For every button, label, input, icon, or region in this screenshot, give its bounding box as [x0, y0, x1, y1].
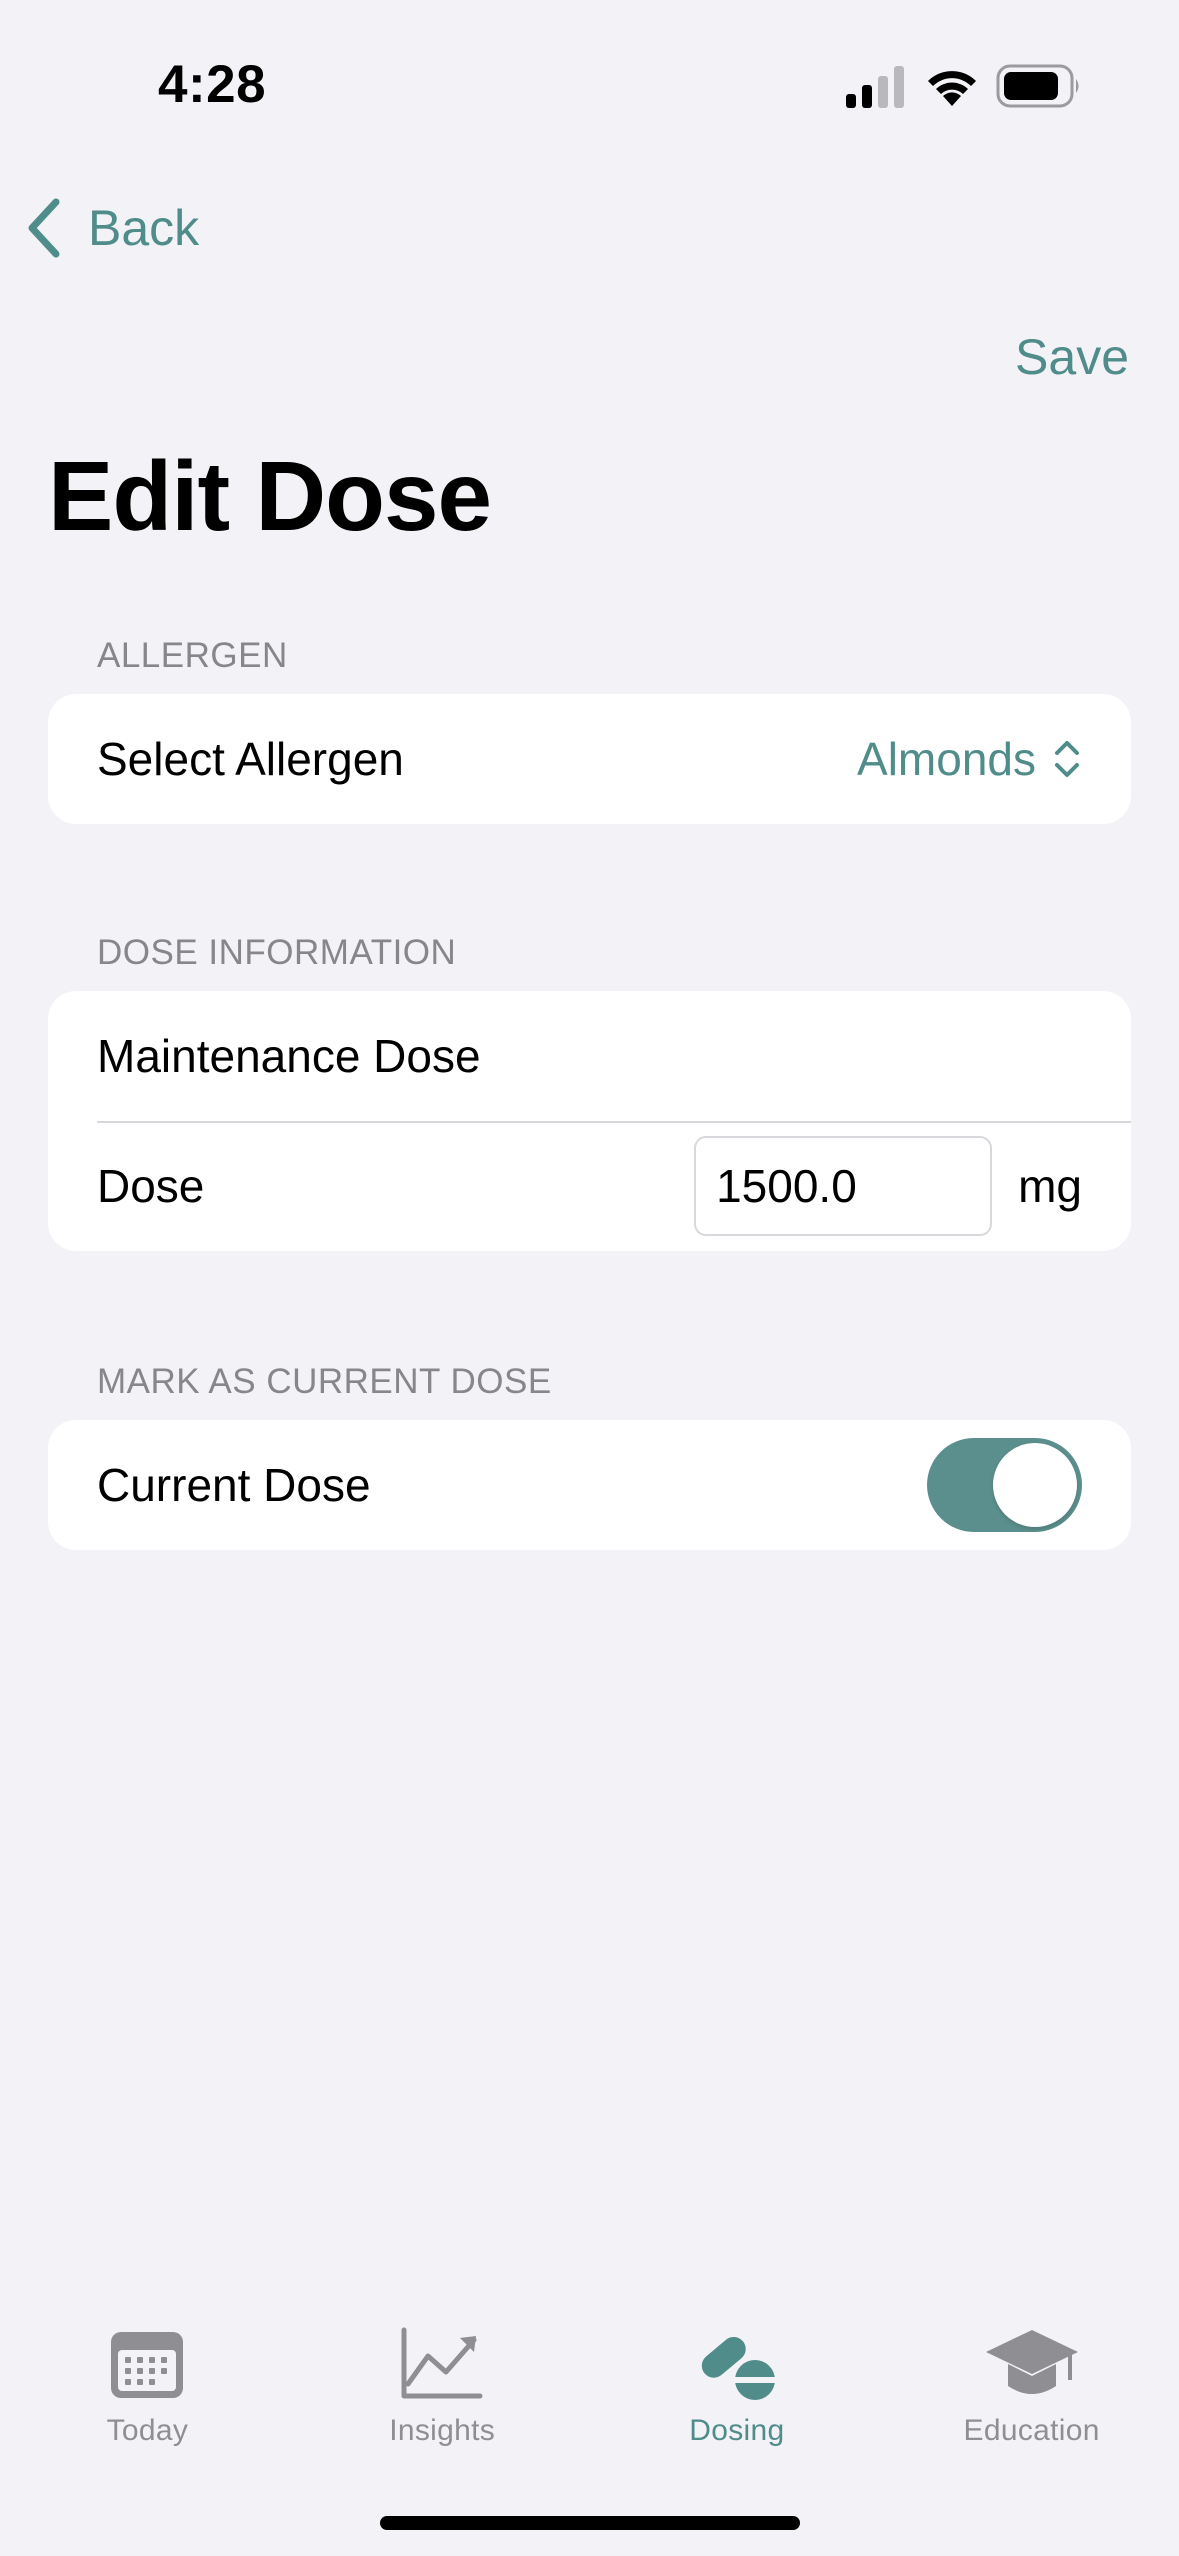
tab-dosing[interactable]: Dosing: [590, 2300, 885, 2460]
tab-label: Dosing: [689, 2414, 785, 2447]
dose-information-card: Maintenance Dose Dose mg: [48, 991, 1131, 1251]
tab-bar: Today Insights Dosing Education: [0, 2300, 1179, 2460]
status-bar: 4:28: [0, 0, 1179, 170]
toggle-knob: [993, 1443, 1077, 1527]
battery-icon: [996, 64, 1079, 108]
pills-icon: [701, 2337, 777, 2400]
wifi-icon: [928, 71, 976, 106]
row-divider: [97, 1121, 1131, 1123]
chevron-up-down-icon: [1055, 741, 1079, 777]
back-button[interactable]: Back: [24, 190, 199, 266]
section-header-dose-information: DOSE INFORMATION: [97, 933, 457, 972]
dose-type-label: Maintenance Dose: [97, 1030, 481, 1082]
select-allergen-row[interactable]: Select Allergen Almonds: [48, 694, 1131, 824]
current-dose-row: Current Dose: [48, 1420, 1131, 1550]
save-button[interactable]: Save: [1015, 328, 1129, 386]
dose-type-row: Maintenance Dose: [48, 991, 1131, 1121]
current-dose-card: Current Dose: [48, 1420, 1131, 1550]
section-header-allergen: ALLERGEN: [97, 636, 288, 675]
home-indicator: [380, 2516, 800, 2530]
status-time: 4:28: [158, 55, 267, 114]
dose-unit-label: mg: [1018, 1160, 1082, 1212]
tab-education[interactable]: Education: [884, 2300, 1179, 2460]
tab-today[interactable]: Today: [0, 2300, 295, 2460]
allergen-picker-value: Almonds: [857, 733, 1036, 785]
graduation-cap-icon: [985, 2330, 1078, 2394]
chevron-left-icon: [28, 198, 60, 258]
current-dose-toggle[interactable]: [927, 1438, 1082, 1532]
dose-input[interactable]: [694, 1136, 993, 1236]
allergen-card: Select Allergen Almonds: [48, 694, 1131, 824]
back-label: Back: [88, 200, 200, 256]
tab-insights[interactable]: Insights: [295, 2300, 590, 2460]
section-header-current-dose: MARK AS CURRENT DOSE: [97, 1362, 552, 1401]
allergen-picker[interactable]: Almonds: [857, 732, 1082, 786]
dose-label: Dose: [97, 1160, 205, 1212]
page-title: Edit Dose: [48, 441, 492, 551]
tab-label: Insights: [389, 2414, 496, 2447]
tab-label: Today: [106, 2414, 189, 2447]
calendar-icon: [111, 2332, 184, 2398]
cellular-signal-icon: [846, 66, 904, 108]
dose-amount-row: Dose mg: [48, 1121, 1131, 1251]
tab-label: Education: [963, 2414, 1100, 2447]
select-allergen-label: Select Allergen: [97, 733, 404, 785]
current-dose-label: Current Dose: [97, 1459, 371, 1511]
chart-line-icon: [401, 2327, 483, 2399]
